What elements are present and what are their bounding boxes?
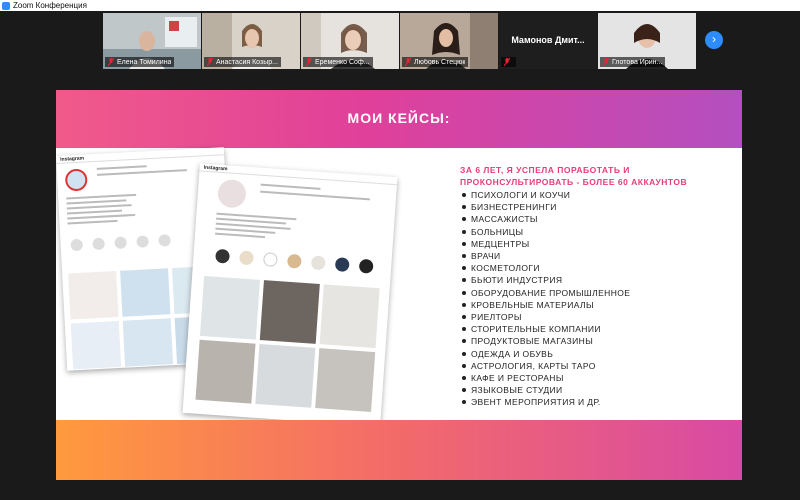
instagram-brand: Instagram (60, 155, 85, 163)
name-label: Глотова Ирин... (600, 57, 666, 67)
participant-tile[interactable]: Анастасия Козыр... (202, 13, 300, 69)
list-item: РИЕЛТОРЫ (460, 311, 730, 323)
next-participants-button[interactable]: › (705, 31, 723, 49)
list-item: МАССАЖИСТЫ (460, 213, 730, 225)
mic-muted-icon (108, 58, 114, 66)
shared-slide: МОИ КЕЙСЫ: Instagram Instagram ЗА 6 ЛЕТ,… (56, 90, 742, 480)
mic-muted-icon (306, 58, 312, 66)
profile-avatar (64, 168, 88, 192)
title-bar: Zoom Конференция (0, 0, 800, 11)
list-item: КАФЕ И РЕСТОРАНЫ (460, 372, 730, 384)
industries-list: ПСИХОЛОГИ И КОУЧИ БИЗНЕСТРЕНИНГИ МАССАЖИ… (460, 189, 730, 409)
participant-name: Любовь Стецюк (414, 58, 466, 66)
slide-header-band: МОИ КЕЙСЫ: (56, 90, 742, 148)
list-item: КОСМЕТОЛОГИ (460, 262, 730, 274)
zoom-logo-icon (2, 1, 10, 10)
list-item: ЭВЕНТ МЕРОПРИЯТИЯ И ДР. (460, 396, 730, 408)
name-label: Еременко Соф... (303, 57, 373, 67)
chevron-right-icon: › (712, 32, 716, 46)
instagram-header: Instagram (56, 147, 225, 164)
list-item: АСТРОЛОГИЯ, КАРТЫ ТАРО (460, 360, 730, 372)
mic-muted-icon (207, 58, 213, 66)
list-item: БЬЮТИ ИНДУСТРИЯ (460, 274, 730, 286)
participant-tile[interactable]: Глотова Ирин... (598, 13, 696, 69)
instagram-brand: Instagram (203, 164, 228, 172)
participant-name: Елена Томилина (117, 58, 172, 66)
profile-avatar (216, 178, 247, 209)
instagram-profile-mockup: Instagram (182, 163, 398, 427)
list-item: СТОРИТЕЛЬНЫЕ КОМПАНИИ (460, 323, 730, 335)
list-item: МЕДЦЕНТРЫ (460, 238, 730, 250)
list-item: КРОВЕЛЬНЫЕ МАТЕРИАЛЫ (460, 299, 730, 311)
cases-list-section: ЗА 6 ЛЕТ, Я УСПЕЛА ПОРАБОТАТЬ И ПРОКОНСУ… (460, 164, 730, 409)
participant-tile[interactable]: Еременко Соф... (301, 13, 399, 69)
mic-muted-icon (405, 58, 411, 66)
list-item: БОЛЬНИЦЫ (460, 226, 730, 238)
name-label: Анастасия Козыр... (204, 57, 281, 67)
list-item: ОБОРУДОВАНИЕ ПРОМЫШЛЕННОЕ (460, 287, 730, 299)
mic-muted-icon (603, 58, 609, 66)
list-item: ПРОДУКТОВЫЕ МАГАЗИНЫ (460, 335, 730, 347)
participant-tile[interactable]: Елена Томилина (103, 13, 201, 69)
name-label: Елена Томилина (105, 57, 175, 67)
list-item: ОДЕЖДА И ОБУВЬ (460, 348, 730, 360)
participant-name: Еременко Соф... (315, 58, 370, 66)
participants-strip: Елена Томилина Анастасия Козыр... Еремен… (0, 11, 800, 71)
window-title: Zoom Конференция (13, 1, 87, 10)
list-item: ЯЗЫКОВЫЕ СТУДИИ (460, 384, 730, 396)
mic-muted-icon (504, 58, 510, 66)
list-item: ВРАЧИ (460, 250, 730, 262)
participant-tile[interactable]: Любовь Стецюк (400, 13, 498, 69)
participant-name: Глотова Ирин... (612, 58, 663, 66)
list-item: БИЗНЕСТРЕНИНГИ (460, 201, 730, 213)
slide-footer-band (56, 420, 742, 480)
zoom-window: Zoom Конференция Елена Томилина Анастаси… (0, 0, 800, 500)
name-label (501, 57, 516, 67)
slide-heading: МОИ КЕЙСЫ: (347, 110, 451, 126)
name-label: Любовь Стецюк (402, 57, 469, 67)
list-item: ПСИХОЛОГИ И КОУЧИ (460, 189, 730, 201)
participant-tile[interactable]: Мамонов Дмит... (499, 13, 597, 69)
participant-name-large: Мамонов Дмит... (511, 35, 585, 45)
participant-name: Анастасия Козыр... (216, 58, 278, 66)
cases-lead-text: ЗА 6 ЛЕТ, Я УСПЕЛА ПОРАБОТАТЬ И ПРОКОНСУ… (460, 165, 688, 187)
